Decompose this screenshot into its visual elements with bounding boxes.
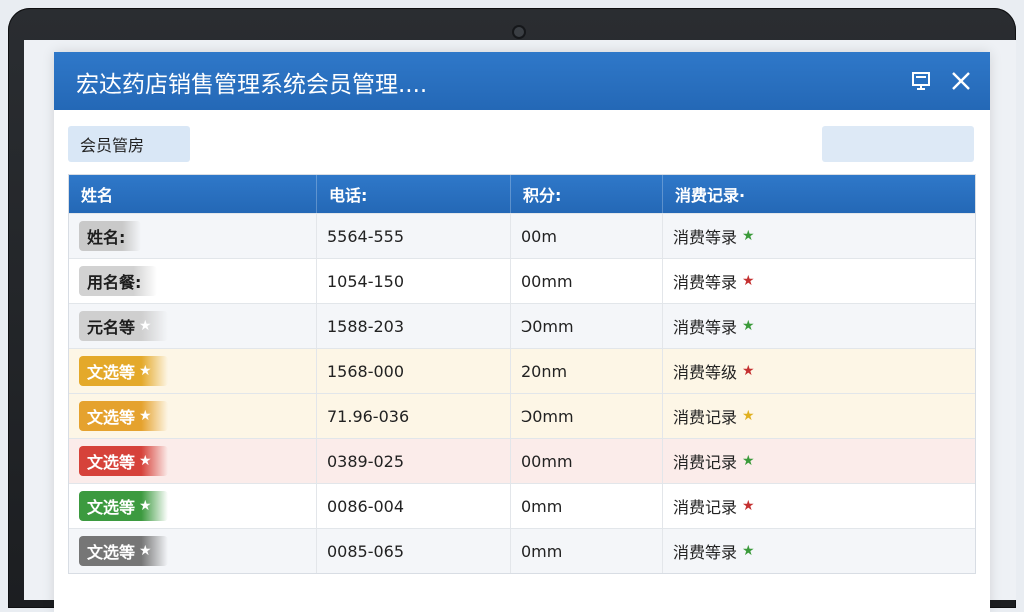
cell-name: 文选等 ★ bbox=[69, 484, 317, 528]
table-row[interactable]: 文选等 ★ 71.96-036 Ͻ0mm 消费记录 ★ bbox=[69, 393, 975, 438]
cell-name: 文选等 ★ bbox=[69, 349, 317, 393]
cell-name: 元名等 ★ bbox=[69, 304, 317, 348]
monitor-bezel: 宏达药店销售管理系统会员管理.... 会员管房 姓名 电话: 积分: 消费记录·… bbox=[8, 8, 1016, 612]
table-row[interactable]: 文选等 ★ 1568-000 20nm 消费等级 ★ bbox=[69, 348, 975, 393]
cell-points: 00mm bbox=[511, 259, 663, 303]
record-label: 消费等级 bbox=[673, 363, 738, 382]
cell-phone: 1568-000 bbox=[317, 349, 511, 393]
cell-records[interactable]: 消费等级 ★ bbox=[663, 349, 975, 393]
cell-phone: 1054-150 bbox=[317, 259, 511, 303]
record-label: 消费记录 bbox=[673, 408, 738, 427]
column-header-phone[interactable]: 电话: bbox=[317, 175, 511, 213]
member-level-badge[interactable]: 文选等 ★ bbox=[79, 401, 168, 431]
member-level-badge[interactable]: 姓名: bbox=[79, 221, 142, 251]
star-icon: ★ bbox=[742, 318, 755, 334]
star-icon: ★ bbox=[742, 453, 755, 469]
cell-name: 姓名: bbox=[69, 214, 317, 258]
cell-records[interactable]: 消费等录 ★ bbox=[663, 214, 975, 258]
table-row[interactable]: 姓名: 5564-555 00m 消费等录 ★ bbox=[69, 213, 975, 258]
record-label: 消费记录 bbox=[673, 498, 738, 517]
star-icon: ★ bbox=[139, 543, 152, 559]
member-level-badge[interactable]: 文选等 ★ bbox=[79, 446, 168, 476]
star-icon: ★ bbox=[742, 363, 755, 379]
cell-records[interactable]: 消费记录 ★ bbox=[663, 484, 975, 528]
star-icon: ★ bbox=[139, 498, 152, 514]
cell-points: Ͻ0mm bbox=[511, 304, 663, 348]
member-name: 文选等 bbox=[87, 543, 136, 562]
cell-records[interactable]: 消费记录 ★ bbox=[663, 394, 975, 438]
table-row[interactable]: 文选等 ★ 0389-025 00mm 消费记录 ★ bbox=[69, 438, 975, 483]
member-name: 姓名: bbox=[87, 228, 126, 247]
cell-records[interactable]: 消费等录 ★ bbox=[663, 304, 975, 348]
section-tab-member-management[interactable]: 会员管房 bbox=[68, 126, 190, 162]
cell-records[interactable]: 消费等录 ★ bbox=[663, 529, 975, 573]
member-name: 元名等 bbox=[87, 318, 136, 337]
cell-name: 文选等 ★ bbox=[69, 529, 317, 573]
star-icon: ★ bbox=[139, 363, 152, 379]
table-row[interactable]: 文选等 ★ 0085-065 0mm 消费等录 ★ bbox=[69, 528, 975, 573]
star-icon: ★ bbox=[742, 273, 755, 289]
star-icon: ★ bbox=[742, 498, 755, 514]
member-level-badge[interactable]: 元名等 ★ bbox=[79, 311, 168, 341]
star-icon: ★ bbox=[742, 408, 755, 424]
record-label: 消费记录 bbox=[673, 453, 738, 472]
cell-phone: 5564-555 bbox=[317, 214, 511, 258]
cell-points: Ͻ0mm bbox=[511, 394, 663, 438]
member-level-badge[interactable]: 文选等 ★ bbox=[79, 491, 168, 521]
cell-phone: 0389-025 bbox=[317, 439, 511, 483]
member-level-badge[interactable]: 文选等 ★ bbox=[79, 536, 168, 566]
cell-points: 20nm bbox=[511, 349, 663, 393]
table-header: 姓名 电话: 积分: 消费记录· bbox=[69, 175, 975, 213]
cell-points: 00m bbox=[511, 214, 663, 258]
cell-records[interactable]: 消费等录 ★ bbox=[663, 259, 975, 303]
member-name: 文选等 bbox=[87, 408, 136, 427]
star-icon: ★ bbox=[139, 453, 152, 469]
member-table: 姓名 电话: 积分: 消费记录· 姓名: 5564-555 00m 消费等录 ★ 用名餐:… bbox=[68, 174, 976, 574]
webcam-icon bbox=[514, 27, 524, 37]
member-name: 文选等 bbox=[87, 453, 136, 472]
window-title: 宏达药店销售管理系统会员管理.... bbox=[76, 72, 428, 98]
search-input[interactable] bbox=[822, 126, 974, 162]
table-row[interactable]: 用名餐: 1054-150 00mm 消费等录 ★ bbox=[69, 258, 975, 303]
monitor-screen: 宏达药店销售管理系统会员管理.... 会员管房 姓名 电话: 积分: 消费记录·… bbox=[24, 40, 1016, 612]
star-icon: ★ bbox=[139, 318, 152, 334]
star-icon: ★ bbox=[742, 543, 755, 559]
cell-points: 0mm bbox=[511, 484, 663, 528]
cell-phone: 71.96-036 bbox=[317, 394, 511, 438]
column-header-records[interactable]: 消费记录· bbox=[663, 175, 975, 213]
table-row[interactable]: 元名等 ★ 1588-203 Ͻ0mm 消费等录 ★ bbox=[69, 303, 975, 348]
member-level-badge[interactable]: 用名餐: bbox=[79, 266, 158, 296]
cell-records[interactable]: 消费记录 ★ bbox=[663, 439, 975, 483]
close-icon[interactable] bbox=[946, 66, 976, 96]
record-label: 消费等录 bbox=[673, 273, 738, 292]
table-row[interactable]: 文选等 ★ 0086-004 0mm 消费记录 ★ bbox=[69, 483, 975, 528]
cell-phone: 0086-004 bbox=[317, 484, 511, 528]
record-label: 消费等录 bbox=[673, 543, 738, 562]
record-label: 消费等录 bbox=[673, 318, 738, 337]
cell-phone: 1588-203 bbox=[317, 304, 511, 348]
column-header-points[interactable]: 积分: bbox=[511, 175, 663, 213]
cell-phone: 0085-065 bbox=[317, 529, 511, 573]
restore-window-icon[interactable] bbox=[906, 66, 936, 96]
member-name: 文选等 bbox=[87, 363, 136, 382]
cell-name: 文选等 ★ bbox=[69, 439, 317, 483]
record-label: 消费等录 bbox=[673, 228, 738, 247]
cell-points: 00mm bbox=[511, 439, 663, 483]
star-icon: ★ bbox=[139, 408, 152, 424]
member-name: 用名餐: bbox=[87, 273, 142, 292]
app-window: 宏达药店销售管理系统会员管理.... 会员管房 姓名 电话: 积分: 消费记录·… bbox=[54, 52, 990, 612]
member-level-badge[interactable]: 文选等 ★ bbox=[79, 356, 168, 386]
table-body: 姓名: 5564-555 00m 消费等录 ★ 用名餐: 1054-150 00mm 消费等录 ★… bbox=[69, 213, 975, 573]
cell-name: 文选等 ★ bbox=[69, 394, 317, 438]
cell-name: 用名餐: bbox=[69, 259, 317, 303]
column-header-name[interactable]: 姓名 bbox=[69, 175, 317, 213]
title-bar: 宏达药店销售管理系统会员管理.... bbox=[54, 52, 990, 110]
cell-points: 0mm bbox=[511, 529, 663, 573]
member-name: 文选等 bbox=[87, 498, 136, 517]
star-icon: ★ bbox=[742, 228, 755, 244]
